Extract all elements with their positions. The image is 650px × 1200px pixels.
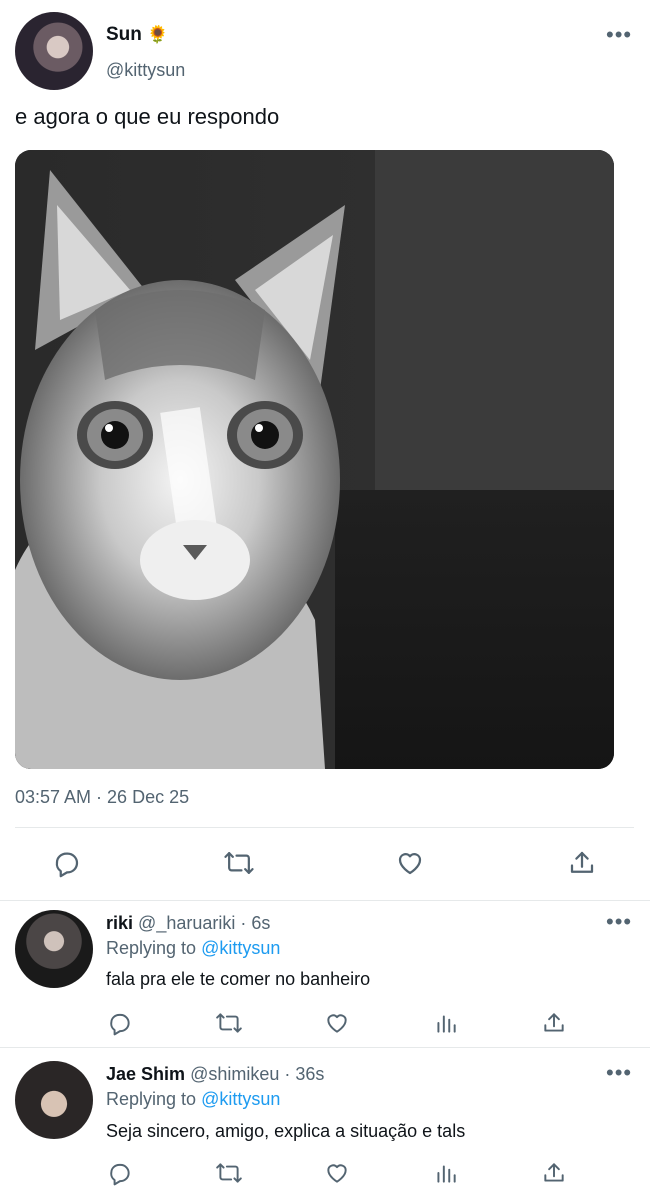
reply-text: Seja sincero, amigo, explica a situação … [106,1121,466,1141]
reply-icon[interactable] [52,848,82,878]
analytics-icon[interactable] [433,1160,459,1186]
reply-header: riki @_haruariki · 6s [106,913,270,934]
replying-to-line: Replying to @kittysun [106,1089,280,1110]
reply-time[interactable]: · 6s [240,913,270,933]
heart-icon[interactable] [395,848,425,878]
more-horizontal-icon[interactable]: ••• [606,24,632,46]
reply-handle[interactable]: @shimikeu [190,1064,279,1084]
author-handle[interactable]: @kittysun [106,60,185,81]
reply-time[interactable]: · 36s [284,1064,324,1084]
share-icon[interactable] [567,848,597,878]
retweet-icon[interactable] [215,1010,243,1036]
divider [0,1047,650,1048]
share-icon[interactable] [541,1010,567,1036]
divider [15,827,634,828]
tweet-timestamp[interactable]: 03:57 AM · 26 Dec 25 [15,787,189,808]
author-display-name[interactable]: Sun [106,24,142,45]
tweet-text: e agora o que eu respondo [15,104,280,129]
reply-text: fala pra ele te comer no banheiro [106,969,371,989]
analytics-icon[interactable] [433,1010,459,1036]
replying-to-label: Replying to [106,1089,197,1109]
heart-icon[interactable] [324,1160,350,1186]
retweet-icon[interactable] [215,1160,243,1186]
retweet-icon[interactable] [223,848,255,878]
reply-avatar[interactable] [15,1061,93,1139]
reply-icon[interactable] [107,1160,133,1186]
replying-to-line: Replying to @kittysun [106,938,280,959]
cat-photo [15,150,614,769]
author-avatar[interactable] [15,12,93,90]
reply-avatar[interactable] [15,910,93,988]
reply-icon[interactable] [107,1010,133,1036]
more-horizontal-icon[interactable]: ••• [606,911,632,933]
sunflower-emoji: 🌻 [147,25,169,44]
more-horizontal-icon[interactable]: ••• [606,1062,632,1084]
share-icon[interactable] [541,1160,567,1186]
reply-display-name[interactable]: riki [106,913,133,933]
reply-header: Jae Shim @shimikeu · 36s [106,1064,324,1085]
reply-handle[interactable]: @_haruariki [138,913,235,933]
tweet-image[interactable] [15,150,614,769]
heart-icon[interactable] [324,1010,350,1036]
replying-to-link[interactable]: @kittysun [201,938,280,958]
replying-to-link[interactable]: @kittysun [201,1089,280,1109]
reply-display-name[interactable]: Jae Shim [106,1064,185,1084]
replying-to-label: Replying to [106,938,197,958]
divider [0,900,650,901]
author-name-row[interactable]: Sun 🌻 [106,24,168,46]
